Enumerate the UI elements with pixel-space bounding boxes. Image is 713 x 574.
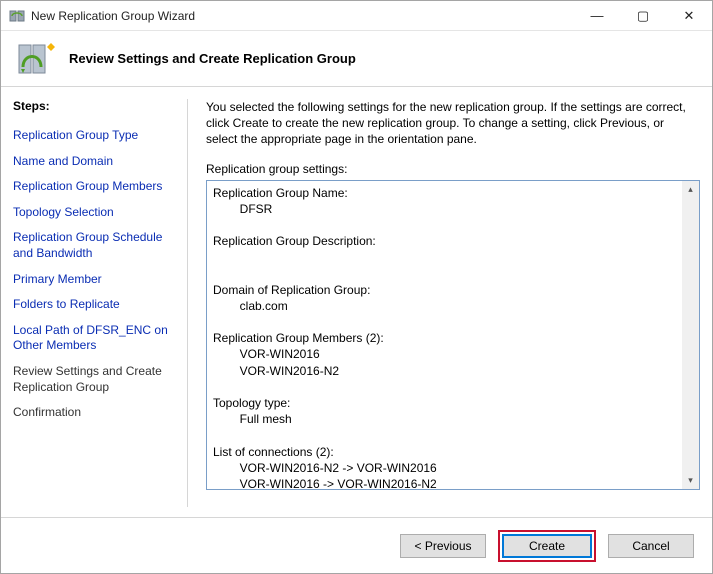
scroll-up-icon[interactable]: ▴ (682, 181, 699, 198)
scrollbar[interactable]: ▴ ▾ (682, 181, 699, 489)
step-local-path[interactable]: Local Path of DFSR_ENC on Other Members (9, 318, 181, 359)
steps-sidebar: Steps: Replication Group Type Name and D… (9, 93, 187, 517)
main-panel: You selected the following settings for … (190, 93, 700, 517)
settings-box: Replication Group Name: DFSR Replication… (206, 180, 700, 490)
maximize-button[interactable]: ▢ (620, 1, 666, 31)
step-confirmation: Confirmation (9, 400, 181, 426)
step-replication-group-members[interactable]: Replication Group Members (9, 174, 181, 200)
step-name-and-domain[interactable]: Name and Domain (9, 149, 181, 175)
step-replication-group-type[interactable]: Replication Group Type (9, 123, 181, 149)
wizard-window: New Replication Group Wizard — ▢ ✕ Revie… (0, 0, 713, 574)
previous-button[interactable]: < Previous (400, 534, 486, 558)
app-icon (9, 8, 25, 24)
titlebar: New Replication Group Wizard — ▢ ✕ (1, 1, 712, 31)
scroll-down-icon[interactable]: ▾ (682, 472, 699, 489)
instructions-text: You selected the following settings for … (206, 99, 686, 148)
step-primary-member[interactable]: Primary Member (9, 267, 181, 293)
step-review-settings: Review Settings and Create Replication G… (9, 359, 181, 400)
footer-buttons: < Previous Create Cancel (1, 517, 712, 573)
settings-content: Replication Group Name: DFSR Replication… (207, 181, 682, 489)
close-button[interactable]: ✕ (666, 1, 712, 31)
step-schedule-bandwidth[interactable]: Replication Group Schedule and Bandwidth (9, 225, 181, 266)
cancel-button[interactable]: Cancel (608, 534, 694, 558)
vertical-divider (187, 99, 188, 507)
minimize-button[interactable]: — (574, 1, 620, 31)
create-button-highlight: Create (498, 530, 596, 562)
settings-label: Replication group settings: (206, 162, 700, 176)
window-title: New Replication Group Wizard (31, 9, 574, 23)
step-topology-selection[interactable]: Topology Selection (9, 200, 181, 226)
steps-heading: Steps: (13, 99, 181, 113)
page-title: Review Settings and Create Replication G… (69, 51, 356, 66)
step-folders-to-replicate[interactable]: Folders to Replicate (9, 292, 181, 318)
wizard-header-icon (15, 39, 55, 79)
create-button[interactable]: Create (502, 534, 592, 558)
wizard-header: Review Settings and Create Replication G… (1, 31, 712, 86)
